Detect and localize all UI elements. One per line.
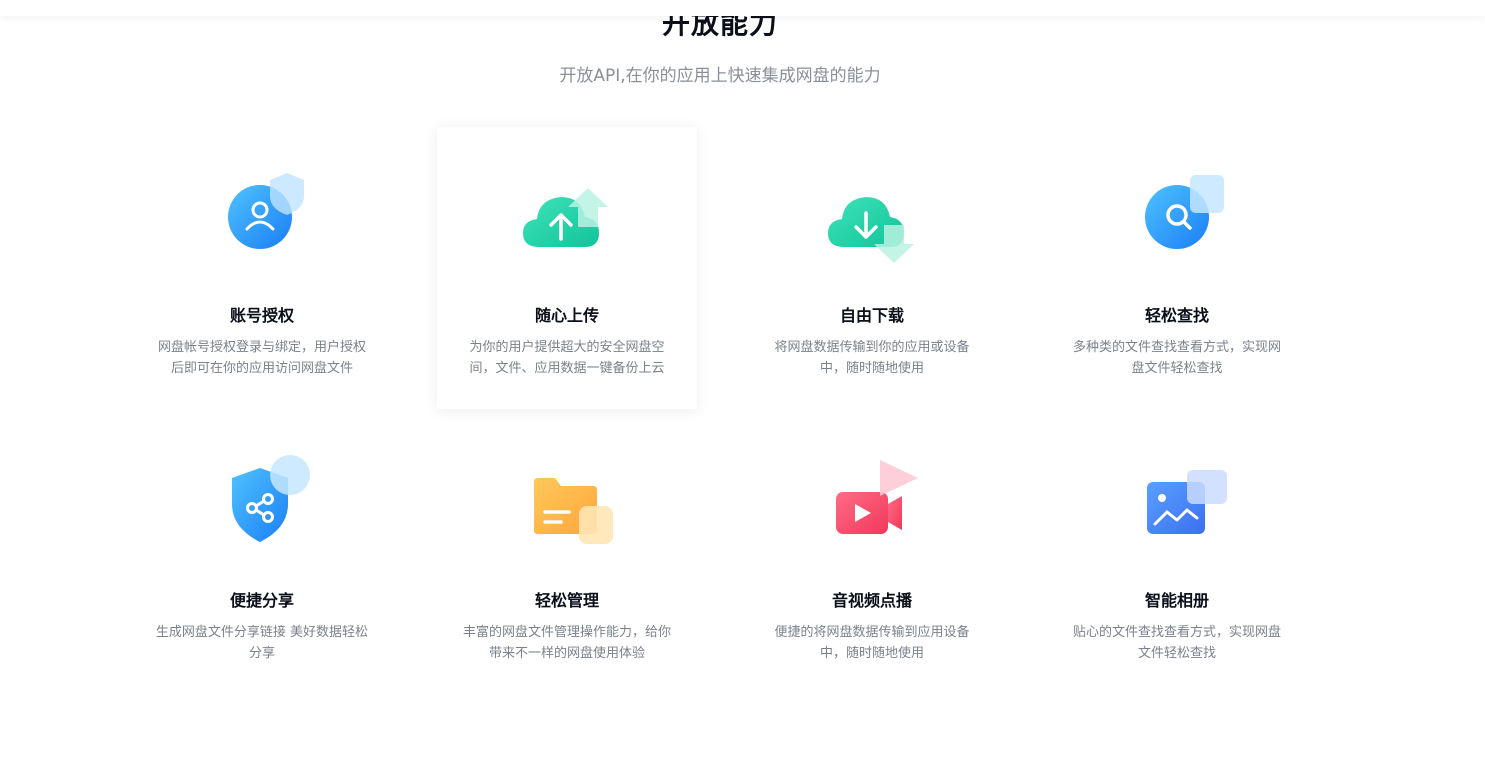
feature-title: 账号授权: [229, 306, 294, 325]
feature-description: 生成网盘文件分享链接 美好数据轻松分享: [155, 625, 369, 661]
feature-title: 智能相册: [1144, 591, 1209, 610]
feature-description: 为你的用户提供超大的安全网盘空间，文件、应用数据一键备份上云: [469, 340, 665, 376]
feature-description: 丰富的网盘文件管理操作能力，给你带来不一样的网盘使用体验: [462, 625, 671, 661]
feature-title: 轻松管理: [534, 591, 599, 610]
cloud-download-icon: [822, 163, 922, 263]
feature-card-album[interactable]: 智能相册 贴心的文件查找查看方式，实现网盘文件轻松查找: [1047, 412, 1307, 694]
feature-description: 贴心的文件查找查看方式，实现网盘文件轻松查找: [1072, 625, 1281, 661]
feature-card-video[interactable]: 音视频点播 便捷的将网盘数据传输到应用设备中，随时随地使用: [742, 412, 1002, 694]
feature-title: 自由下载: [839, 306, 904, 325]
user-shield-icon: [212, 163, 312, 263]
cloud-upload-icon: [517, 163, 617, 263]
feature-title: 随心上传: [534, 306, 599, 325]
feature-card-share[interactable]: 便捷分享 生成网盘文件分享链接 美好数据轻松分享: [132, 412, 392, 694]
feature-title: 音视频点播: [831, 591, 912, 610]
feature-card-upload[interactable]: 随心上传 为你的用户提供超大的安全网盘空间，文件、应用数据一键备份上云: [437, 127, 697, 409]
feature-description: 将网盘数据传输到你的应用或设备中，随时随地使用: [774, 340, 970, 376]
feature-description: 多种类的文件查找查看方式，实现网盘文件轻松查找: [1072, 340, 1281, 376]
feature-title: 便捷分享: [229, 591, 294, 610]
share-shield-icon: [212, 448, 312, 548]
feature-card-manage[interactable]: 轻松管理 丰富的网盘文件管理操作能力，给你带来不一样的网盘使用体验: [437, 412, 697, 694]
feature-card-search[interactable]: 轻松查找 多种类的文件查找查看方式，实现网盘文件轻松查找: [1047, 127, 1307, 409]
feature-card-account-auth[interactable]: 账号授权 网盘帐号授权登录与绑定，用户授权后即可在你的应用访问网盘文件: [132, 127, 392, 409]
feature-description: 网盘帐号授权登录与绑定，用户授权后即可在你的应用访问网盘文件: [157, 340, 366, 376]
video-play-icon: [822, 448, 922, 548]
top-navigation-bar: [0, 0, 1485, 16]
folder-icon: [517, 448, 617, 548]
feature-card-download[interactable]: 自由下载 将网盘数据传输到你的应用或设备中，随时随地使用: [742, 127, 1002, 409]
search-icon: [1127, 163, 1227, 263]
feature-title: 轻松查找: [1144, 306, 1209, 325]
feature-description: 便捷的将网盘数据传输到应用设备中，随时随地使用: [774, 625, 970, 661]
section-subtitle: 开放API,在你的应用上快速集成网盘的能力: [559, 66, 881, 86]
photo-album-icon: [1127, 448, 1227, 548]
